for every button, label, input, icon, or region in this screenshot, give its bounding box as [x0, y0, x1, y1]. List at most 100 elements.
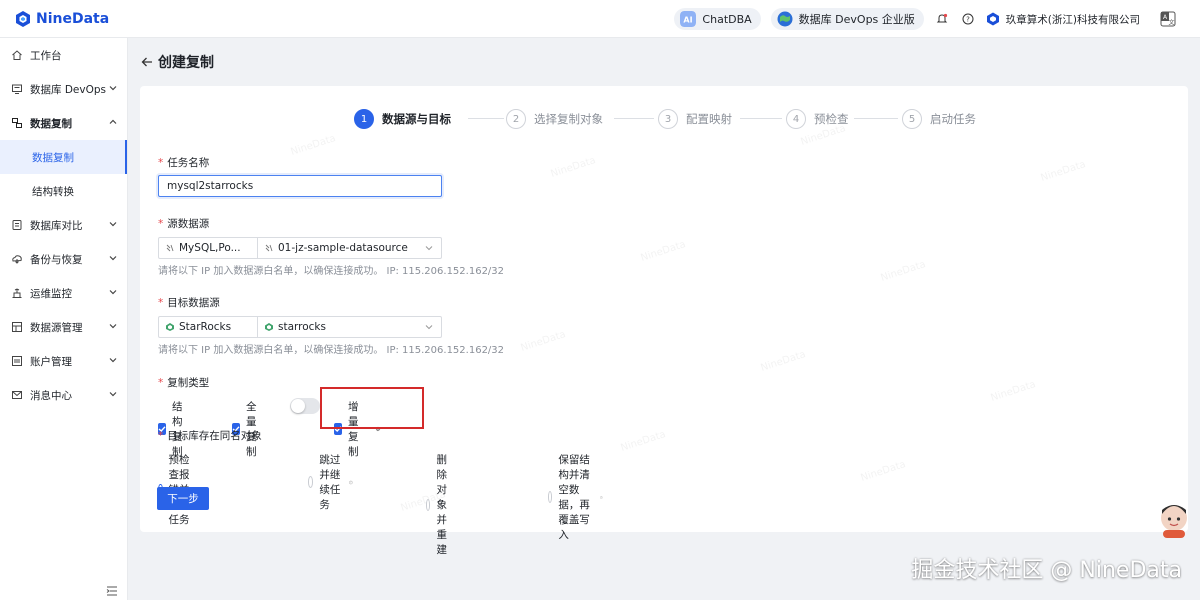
replicate-icon	[10, 116, 24, 130]
step-number: 2	[506, 109, 526, 129]
monitor-icon	[10, 82, 24, 96]
brand-name: NineData	[36, 10, 110, 27]
collapse-sidebar-icon[interactable]	[106, 586, 118, 596]
question-mark-icon[interactable]: ?	[600, 492, 603, 503]
footer-watermark: 掘金技术社区 @ NineData	[911, 558, 1182, 583]
radio-unselected-icon	[426, 498, 431, 511]
target-datasource-select: StarRocks starrocks	[158, 316, 442, 338]
sidebar-item-label: 结构转换	[32, 185, 74, 198]
annotation-highlight-box	[320, 387, 424, 429]
source-name-value: 01-jz-sample-datasource	[278, 242, 408, 254]
sidebar-item-datasource[interactable]: 数据源管理	[0, 310, 127, 344]
steps-indicator: 1 数据源与目标 2 选择复制对象 3 配置映射 4 预检查 5 启动任务	[354, 108, 994, 130]
conflict-label-text: 目标库存在同名对象	[167, 430, 262, 442]
required-mark: *	[158, 430, 164, 442]
svg-text:?: ?	[966, 16, 970, 24]
step-3: 3 配置映射	[658, 108, 732, 130]
sidebar: 工作台 数据库 DevOps 数据复制 数据复制 结构转换 数据库对比 备份与恢…	[0, 38, 128, 600]
datasource-type-icon	[265, 244, 273, 252]
conflict-option-drop-rebuild[interactable]: 删除对象并重建	[426, 452, 455, 557]
conflict-option-keep-structure-clear-data[interactable]: 保留结构并清空数据，再覆盖写入 ?	[548, 452, 603, 542]
datasource-icon	[10, 320, 24, 334]
assistant-avatar-icon[interactable]	[1158, 500, 1190, 538]
step-1: 1 数据源与目标	[354, 108, 451, 130]
conflict-label: * 目标库存在同名对象	[158, 428, 262, 443]
radio-label: 删除对象并重建	[436, 454, 447, 556]
page-title: 创建复制	[158, 55, 214, 71]
sidebar-item-replication[interactable]: 数据复制	[0, 106, 127, 140]
datasource-type-icon	[166, 244, 174, 252]
chevron-down-icon	[109, 358, 117, 363]
watermark-text: NineData	[639, 239, 688, 264]
account-icon	[10, 354, 24, 368]
target-name-value: starrocks	[278, 321, 326, 333]
edition-badge[interactable]: 数据库 DevOps 企业版	[770, 8, 924, 30]
chevron-down-icon	[109, 256, 117, 261]
next-step-button[interactable]: 下一步	[157, 487, 209, 510]
company-name: 玖章算术(浙江)科技有限公司	[1005, 13, 1140, 26]
task-name-label: * 任务名称	[158, 155, 209, 170]
watermark-text: NineData	[289, 133, 338, 158]
sidebar-item-label: 账户管理	[30, 355, 72, 368]
watermark-text: NineData	[519, 329, 568, 354]
sidebar-subitem-schema-convert[interactable]: 结构转换	[0, 174, 127, 208]
source-name-select[interactable]: 01-jz-sample-datasource	[258, 238, 441, 258]
form-card: NineData NineData NineData NineData Nine…	[140, 86, 1188, 556]
step-number: 1	[354, 109, 374, 129]
radio-unselected-icon	[308, 476, 314, 488]
target-type-select[interactable]: StarRocks	[159, 317, 258, 337]
conflict-option-skip-continue[interactable]: 跳过并继续任务 ?	[308, 452, 353, 512]
task-name-input[interactable]	[158, 175, 442, 197]
target-ip-hint: 请将以下 IP 加入数据源白名单，以确保连接成功。 IP: 115.206.15…	[158, 345, 505, 356]
sidebar-item-label: 运维监控	[30, 287, 72, 300]
brand[interactable]: NineData	[14, 10, 109, 28]
chatdba-label: ChatDBA	[702, 12, 752, 26]
help-icon[interactable]: ?	[960, 11, 976, 27]
svg-text:?: ?	[601, 497, 602, 499]
target-name-select[interactable]: starrocks	[258, 317, 441, 337]
watermark-text: NineData	[549, 155, 598, 180]
watermark-text: NineData	[879, 259, 928, 284]
sidebar-item-account[interactable]: 账户管理	[0, 344, 127, 378]
chevron-down-icon	[109, 86, 117, 91]
sidebar-item-workbench[interactable]: 工作台	[0, 38, 127, 72]
sidebar-item-messages[interactable]: 消息中心	[0, 378, 127, 412]
sidebar-item-ops-monitor[interactable]: 运维监控	[0, 276, 127, 310]
required-mark: *	[158, 377, 164, 389]
ops-icon	[10, 286, 24, 300]
step-connector	[854, 118, 898, 119]
chatdba-button[interactable]: AI ChatDBA	[674, 8, 761, 30]
target-label-text: 目标数据源	[167, 297, 220, 309]
step-4: 4 预检查	[786, 108, 849, 130]
sidebar-subitem-replication[interactable]: 数据复制	[0, 140, 127, 174]
sidebar-item-backup[interactable]: 备份与恢复	[0, 242, 127, 276]
chatdba-icon: AI	[680, 11, 697, 27]
sidebar-item-devops[interactable]: 数据库 DevOps	[0, 72, 127, 106]
chevron-down-icon	[425, 246, 433, 251]
ninedata-logo-icon	[16, 10, 30, 27]
watermark-text: NineData	[859, 459, 908, 484]
mail-icon	[10, 388, 24, 402]
required-mark: *	[158, 218, 164, 230]
sidebar-item-label: 数据复制	[30, 117, 72, 130]
chevron-down-icon	[109, 324, 117, 329]
question-mark-icon[interactable]: ?	[348, 477, 353, 488]
back-arrow-icon[interactable]	[140, 55, 154, 69]
notification-bell-icon[interactable]	[934, 11, 950, 27]
company-switcher[interactable]: 玖章算术(浙江)科技有限公司	[986, 12, 1140, 27]
top-right-tools: AI ChatDBA 数据库 DevOps 企业版 ? 玖章算术(浙江)科技有限…	[674, 0, 1200, 38]
sidebar-item-label: 备份与恢复	[30, 253, 83, 266]
radio-label: 保留结构并清空数据，再覆盖写入	[558, 454, 590, 541]
source-type-select[interactable]: MySQL,Po...	[159, 238, 258, 258]
full-copy-toggle[interactable]	[290, 398, 320, 414]
sidebar-item-compare[interactable]: 数据库对比	[0, 208, 127, 242]
source-ip-hint: 请将以下 IP 加入数据源白名单，以确保连接成功。 IP: 115.206.15…	[158, 266, 505, 277]
language-switch-icon[interactable]: A 文	[1160, 11, 1176, 27]
target-label: * 目标数据源	[158, 295, 220, 310]
step-number: 3	[658, 109, 678, 129]
step-2: 2 选择复制对象	[506, 108, 603, 130]
source-label: * 源数据源	[158, 216, 209, 231]
watermark-text: NineData	[1039, 159, 1088, 184]
starrocks-icon	[265, 323, 273, 331]
watermark-text: NineData	[989, 379, 1038, 404]
